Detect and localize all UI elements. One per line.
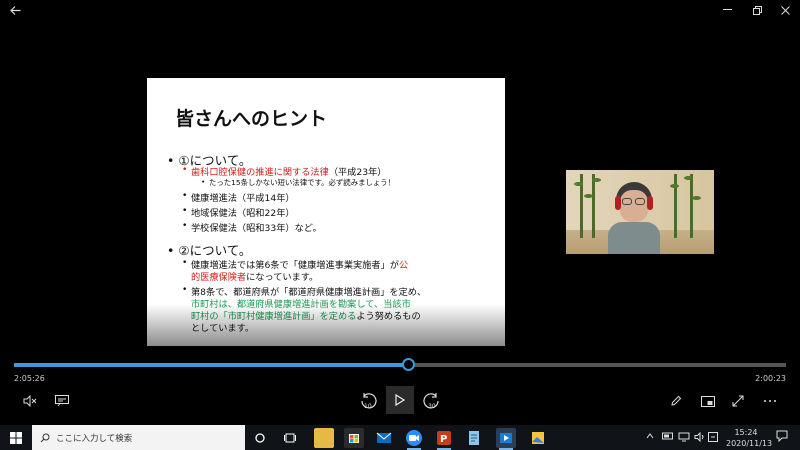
bullet-marker: • [182, 190, 188, 201]
skip-forward-label: 30 [428, 403, 436, 410]
slide-bullet-level-2: • 学校保健法（昭和33年）など。 [182, 220, 322, 234]
ime-mode-icon[interactable] [708, 432, 718, 444]
mail-icon[interactable] [374, 428, 394, 448]
taskbar: ここに入力して検索 P 15:24 2020/11/13 [0, 425, 800, 450]
slide-text: 学校保健法（昭和33年）など。 [191, 223, 322, 234]
headphone-right [647, 196, 653, 210]
headphone-left [615, 196, 621, 210]
captions-icon[interactable] [50, 390, 74, 412]
clock-time: 15:24 [734, 428, 758, 437]
store-icon[interactable] [344, 428, 364, 448]
bullet-marker: • [182, 257, 188, 268]
webcam-video [566, 170, 714, 254]
slide-bullet-level-2: • 歯科口腔保健の推進に関する法律（平成23年） [182, 164, 386, 178]
bullet-marker: • [182, 164, 188, 175]
glasses-right [635, 198, 645, 205]
slide-text: 地域保健法（昭和22年） [191, 208, 295, 219]
plant-leaf [684, 176, 693, 180]
remaining-time: 2:00:23 [755, 374, 786, 383]
presentation-slide: 皆さんへのヒント ①について。•歯科口腔保健の推進に関する法律（平成23年）•た… [147, 78, 505, 346]
cortana-icon[interactable] [250, 425, 270, 450]
slide-bullet-level-2: • 健康増進法（平成14年） [182, 190, 295, 204]
volume-icon[interactable] [694, 431, 706, 444]
movies-tv-icon[interactable] [496, 428, 516, 450]
search-icon [40, 433, 50, 443]
svg-text:P: P [440, 434, 447, 445]
plant-leaf [592, 178, 601, 182]
notepad-icon[interactable] [464, 428, 484, 448]
chevron-up-icon[interactable] [646, 432, 654, 441]
play-button[interactable] [386, 386, 414, 414]
bullet-marker: • [182, 220, 188, 231]
clock-date: 2020/11/13 [726, 439, 773, 448]
slide-text: 的医療保険者 [191, 272, 247, 283]
pen-icon[interactable] [664, 390, 688, 412]
plant-stem [592, 174, 595, 238]
plant-leaf [670, 184, 679, 188]
notifications-icon[interactable] [776, 430, 788, 444]
clock[interactable]: 15:24 2020/11/13 [726, 427, 773, 449]
glasses-left [622, 198, 632, 205]
slide-bullet-level-2: 的医療保険者になっています。 [191, 269, 318, 283]
windows-start-icon[interactable] [4, 425, 28, 450]
back-arrow-icon[interactable] [0, 0, 30, 20]
network-icon[interactable] [678, 432, 690, 444]
slide-text: 公 [398, 260, 409, 271]
bullet-marker: • [201, 177, 206, 186]
search-placeholder: ここに入力して検索 [56, 433, 133, 444]
bullet-marker: • [182, 284, 188, 295]
powerpoint-icon[interactable]: P [434, 428, 454, 450]
minimize-icon[interactable] [712, 0, 742, 20]
skip-back-label: 10 [364, 403, 372, 410]
slide-text: ②について。 [178, 243, 252, 258]
more-icon[interactable] [758, 390, 782, 412]
task-view-icon[interactable] [280, 425, 300, 450]
play-icon [395, 394, 405, 406]
skip-forward-button[interactable]: 30 [420, 390, 444, 412]
volume-mute-icon[interactable] [18, 390, 42, 412]
restore-icon[interactable] [742, 0, 772, 20]
seek-bar-thumb[interactable] [401, 358, 415, 371]
slide-bullet-level-3: • たった15条しかない短い法律です。必ず読みましょう！ [201, 177, 396, 188]
presenter-face [620, 190, 648, 222]
battery-icon[interactable] [662, 432, 674, 442]
photos-icon[interactable] [528, 428, 548, 448]
elapsed-time: 2:05:26 [14, 374, 45, 383]
mini-view-icon[interactable] [696, 390, 720, 412]
bullet-marker: • [182, 205, 188, 216]
close-icon[interactable] [770, 0, 800, 20]
slide-text: になっています。 [246, 272, 319, 283]
presenter [608, 182, 660, 254]
presenter-shirt [608, 222, 660, 254]
plant-leaf [584, 194, 593, 198]
title-bar [0, 0, 800, 20]
plant-leaf [574, 182, 583, 186]
plant-leaf [692, 196, 701, 200]
file-explorer-icon[interactable] [314, 428, 334, 448]
slide-text: 健康増進法（平成14年） [191, 193, 295, 204]
slide-bullet-level-2: • 地域保健法（昭和22年） [182, 205, 295, 219]
plant-stem [690, 174, 693, 238]
zoom-icon[interactable] [404, 428, 424, 450]
seek-bar[interactable] [14, 358, 786, 371]
skip-back-button[interactable]: 10 [356, 390, 380, 412]
taskbar-search-box[interactable]: ここに入力して検索 [32, 425, 245, 450]
seek-bar-fill [14, 363, 408, 367]
slide-text: たった15条しかない短い法律です。必ず読みましょう！ [209, 178, 396, 187]
fullscreen-icon[interactable] [726, 390, 750, 412]
slide-shadow-overlay [147, 304, 505, 346]
slide-title: 皆さんへのヒント [175, 108, 328, 130]
